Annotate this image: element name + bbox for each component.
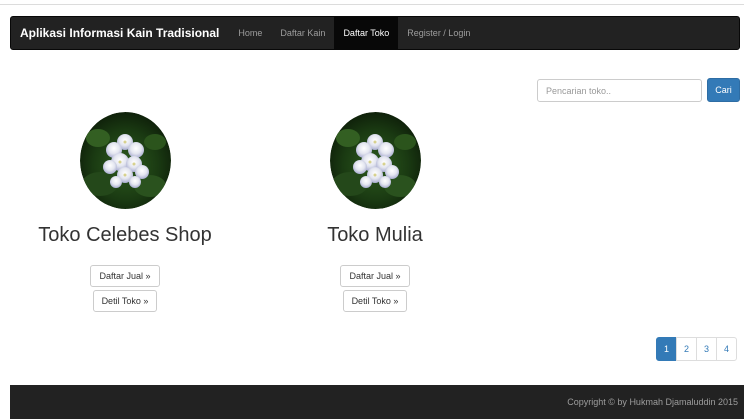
daftar-jual-button[interactable]: Daftar Jual »	[340, 265, 410, 287]
daftar-jual-button[interactable]: Daftar Jual »	[90, 265, 160, 287]
nav-item-daftar-kain[interactable]: Daftar Kain	[271, 17, 334, 49]
detil-toko-button[interactable]: Detil Toko »	[342, 290, 408, 312]
hydrangea-flower-photo-icon	[79, 112, 171, 209]
copyright-text: Copyright © by Hukmah Djamaluddin 2015	[567, 397, 738, 407]
footer: Copyright © by Hukmah Djamaluddin 2015	[10, 385, 744, 419]
search-input[interactable]	[537, 79, 702, 102]
detil-toko-button[interactable]: Detil Toko »	[92, 290, 158, 312]
navbar: Aplikasi Informasi Kain Tradisional Home…	[10, 16, 740, 50]
page-link-2[interactable]: 2	[676, 337, 697, 361]
store-name: Toko Celebes Shop	[38, 224, 212, 246]
page-link-4[interactable]: 4	[716, 337, 737, 361]
store-card-mulia: Toko Mulia Daftar Jual » Detil Toko »	[255, 112, 495, 312]
page-link-3[interactable]: 3	[696, 337, 717, 361]
navbar-brand[interactable]: Aplikasi Informasi Kain Tradisional	[11, 17, 229, 49]
nav-item-daftar-toko[interactable]: Daftar Toko	[334, 17, 399, 49]
page-link-1[interactable]: 1	[656, 337, 677, 361]
hydrangea-flower-photo-icon	[329, 112, 421, 209]
store-card-celebes-shop: Toko Celebes Shop Daftar Jual » Detil To…	[5, 112, 245, 312]
store-name: Toko Mulia	[327, 224, 423, 246]
top-divider	[0, 4, 744, 5]
nav-item-register-login[interactable]: Register / Login	[398, 17, 479, 49]
pagination: 1 2 3 4	[656, 337, 737, 361]
search-button[interactable]: Cari	[707, 78, 740, 102]
nav-item-home[interactable]: Home	[229, 17, 271, 49]
